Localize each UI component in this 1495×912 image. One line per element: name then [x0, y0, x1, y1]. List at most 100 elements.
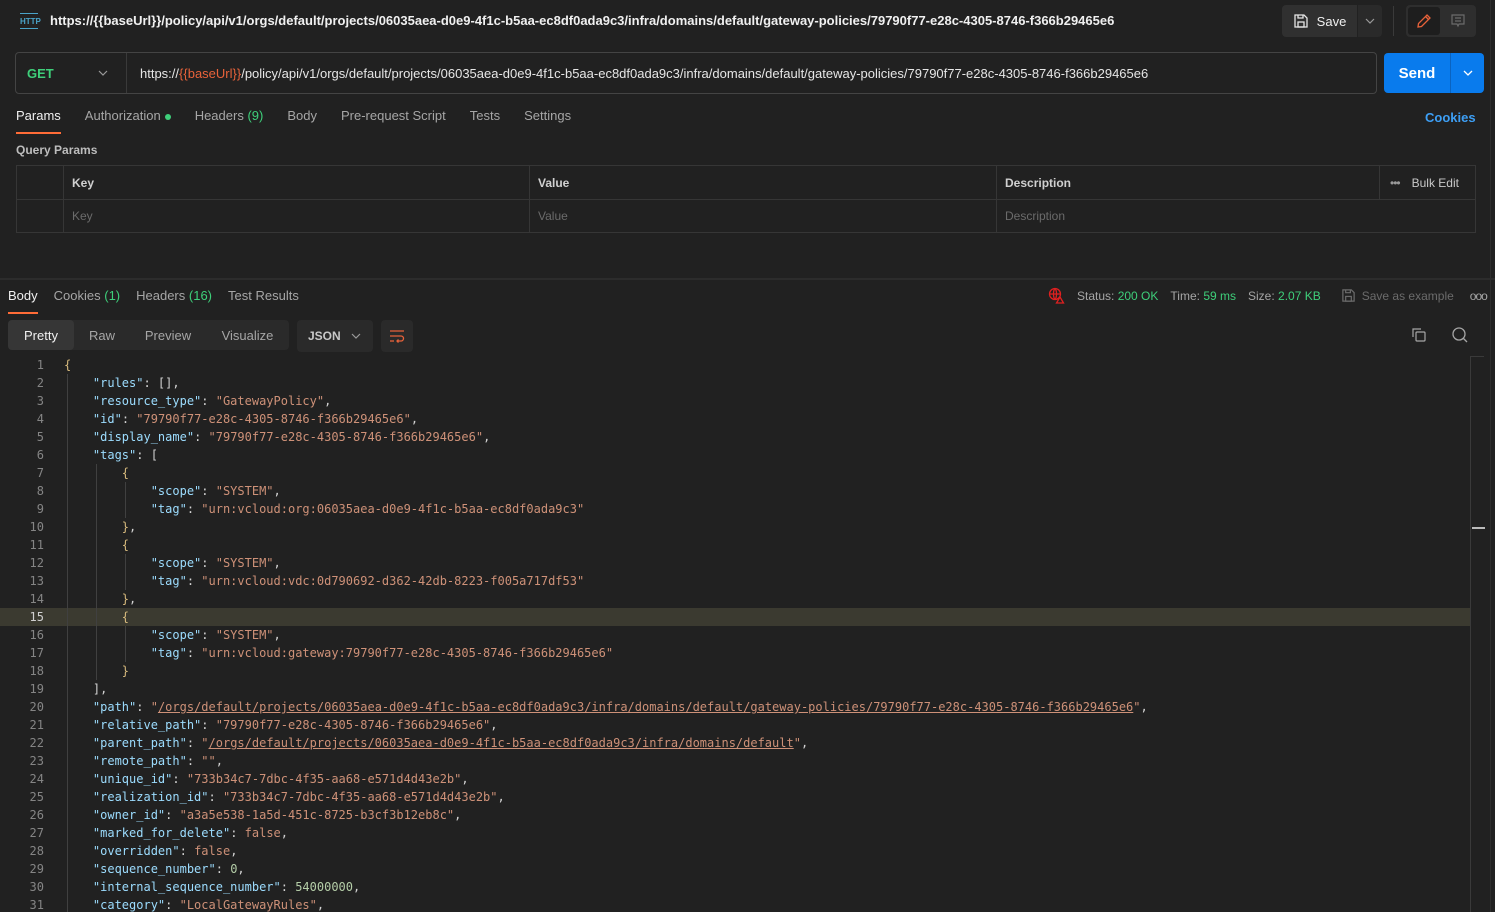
code-text: {	[44, 464, 129, 482]
description-input[interactable]: Description	[996, 200, 1379, 232]
json-key: "display_name"	[92, 430, 195, 444]
tab-label: Params	[16, 108, 61, 123]
description-column-header: Description	[996, 166, 1379, 199]
send-button[interactable]: Send	[1384, 53, 1450, 93]
code-text: "scope": "SYSTEM",	[44, 626, 281, 644]
json-key: "rules"	[92, 376, 144, 390]
json-key: "scope"	[150, 628, 202, 642]
comments-button[interactable]	[1442, 7, 1474, 35]
json-token: ,	[230, 844, 238, 858]
method-select[interactable]: GET	[16, 53, 127, 93]
tab-label: Settings	[524, 108, 572, 123]
json-token: "	[201, 736, 209, 750]
json-token: :	[186, 736, 202, 750]
format-select[interactable]: JSON	[297, 320, 373, 352]
response-body-editor[interactable]: 1{2 "rules": [], 3 "resource_type": "Gate…	[0, 356, 1470, 912]
code-line: 16 "scope": "SYSTEM",	[0, 626, 1470, 644]
tab-label: Cookies	[53, 288, 101, 303]
tab-body[interactable]: Body	[287, 108, 317, 134]
code-text: {	[44, 536, 129, 554]
json-token: ,	[129, 520, 137, 534]
json-token: {	[121, 610, 130, 624]
tab-tests[interactable]: Tests	[470, 108, 500, 134]
cookies-link[interactable]: Cookies	[1425, 110, 1476, 125]
cookies-count: (1)	[104, 288, 121, 303]
json-key: "resource_type"	[92, 394, 202, 408]
tab-settings[interactable]: Settings	[524, 108, 571, 134]
tab-response-body[interactable]: Body	[8, 288, 38, 314]
code-line: 12 "scope": "SYSTEM",	[0, 554, 1470, 572]
comment-icon	[1451, 14, 1465, 28]
value-input[interactable]: Value	[529, 200, 996, 232]
json-token: : [],	[143, 376, 180, 390]
code-line: 31 "category": "LocalGatewayRules",	[0, 896, 1470, 912]
tab-response-cookies[interactable]: Cookies (1)	[54, 288, 120, 314]
tab-response-headers[interactable]: Headers (16)	[136, 288, 212, 314]
view-visualize[interactable]: Visualize	[206, 320, 289, 350]
indent-guide	[95, 572, 97, 590]
more-options-icon[interactable]: ooo	[1470, 289, 1488, 303]
json-link[interactable]: /orgs/default/projects/06035aea-d0e9-4f1…	[158, 700, 1133, 714]
edit-mode-button[interactable]	[1408, 7, 1440, 35]
indent-guide	[67, 806, 68, 824]
tab-label: Body	[287, 108, 317, 123]
line-number: 21	[29, 718, 44, 732]
json-token: "urn:vcloud:vdc:0d790692-d362-42db-8223-…	[201, 574, 585, 588]
json-token: "SYSTEM"	[215, 484, 274, 498]
code-line: 17 "tag": "urn:vcloud:gateway:79790f77-e…	[0, 644, 1470, 662]
more-options-icon[interactable]: •••	[1390, 176, 1401, 190]
key-input[interactable]: Key	[63, 200, 529, 232]
copy-icon[interactable]	[1411, 327, 1427, 343]
tab-authorization[interactable]: Authorization	[85, 108, 171, 134]
code-text: "scope": "SYSTEM",	[44, 482, 281, 500]
request-title[interactable]: https://{{baseUrl}}/policy/api/v1/orgs/d…	[50, 13, 1114, 28]
network-globe-icon[interactable]	[1048, 287, 1065, 304]
wrap-lines-button[interactable]	[381, 320, 413, 352]
json-link[interactable]: /orgs/default/projects/06035aea-d0e9-4f1…	[209, 736, 794, 750]
line-number: 15	[29, 610, 44, 624]
tab-label: Authorization	[84, 108, 161, 123]
json-key: "scope"	[150, 484, 202, 498]
save-options-button[interactable]	[1358, 5, 1382, 37]
editor-scrollbar[interactable]	[1470, 356, 1485, 912]
json-token: ,	[316, 898, 325, 912]
tab-pre-request-script[interactable]: Pre-request Script	[341, 108, 446, 134]
json-token: "SYSTEM"	[215, 628, 274, 642]
tab-headers[interactable]: Headers (9)	[195, 108, 264, 134]
indent-guide	[124, 554, 126, 572]
indent-guide	[67, 716, 68, 734]
json-key: "overridden"	[92, 844, 180, 858]
json-token: "79790f77-e28c-4305-8746-f366b29465e6"	[208, 430, 484, 444]
json-token: ,	[273, 556, 281, 570]
bulk-edit-button[interactable]: Bulk Edit	[1412, 176, 1459, 190]
indent-guide	[67, 878, 68, 896]
request-url-bar: GET https://{{baseUrl}}/policy/api/v1/or…	[15, 52, 1377, 94]
view-preview[interactable]: Preview	[130, 320, 206, 350]
row-actions-cell	[1379, 200, 1475, 232]
json-token: "	[793, 736, 801, 750]
indent-guide	[67, 680, 68, 698]
tab-test-results[interactable]: Test Results	[228, 288, 299, 314]
json-key: "marked_for_delete"	[92, 826, 231, 840]
tab-params[interactable]: Params	[16, 108, 61, 134]
json-token: :	[186, 646, 202, 660]
code-text: "rules": [],	[44, 374, 180, 392]
save-button[interactable]: Save	[1282, 5, 1357, 37]
search-icon[interactable]	[1451, 326, 1469, 344]
headers-count: (9)	[247, 108, 264, 123]
send-options-button[interactable]	[1450, 53, 1484, 93]
url-input[interactable]: https://{{baseUrl}}/policy/api/v1/orgs/d…	[127, 66, 1148, 81]
json-key: "sequence_number"	[92, 862, 216, 876]
view-pretty[interactable]: Pretty	[8, 320, 74, 350]
view-raw[interactable]: Raw	[74, 320, 130, 350]
save-as-example-button[interactable]: Save as example	[1341, 288, 1454, 303]
code-text: {	[44, 608, 129, 626]
json-token: :	[230, 826, 245, 840]
line-number: 12	[29, 556, 44, 570]
code-text: "tags": [	[44, 446, 158, 464]
json-token: "a3a5e538-1a5d-451c-8725-b3cf3b12eb8c"	[179, 808, 455, 822]
pane-resize-handle[interactable]	[0, 278, 1495, 280]
indent-guide	[67, 464, 68, 482]
code-line: 24 "unique_id": "733b34c7-7dbc-4f35-aa68…	[0, 770, 1470, 788]
url-variable[interactable]: {{baseUrl}}	[179, 66, 241, 81]
